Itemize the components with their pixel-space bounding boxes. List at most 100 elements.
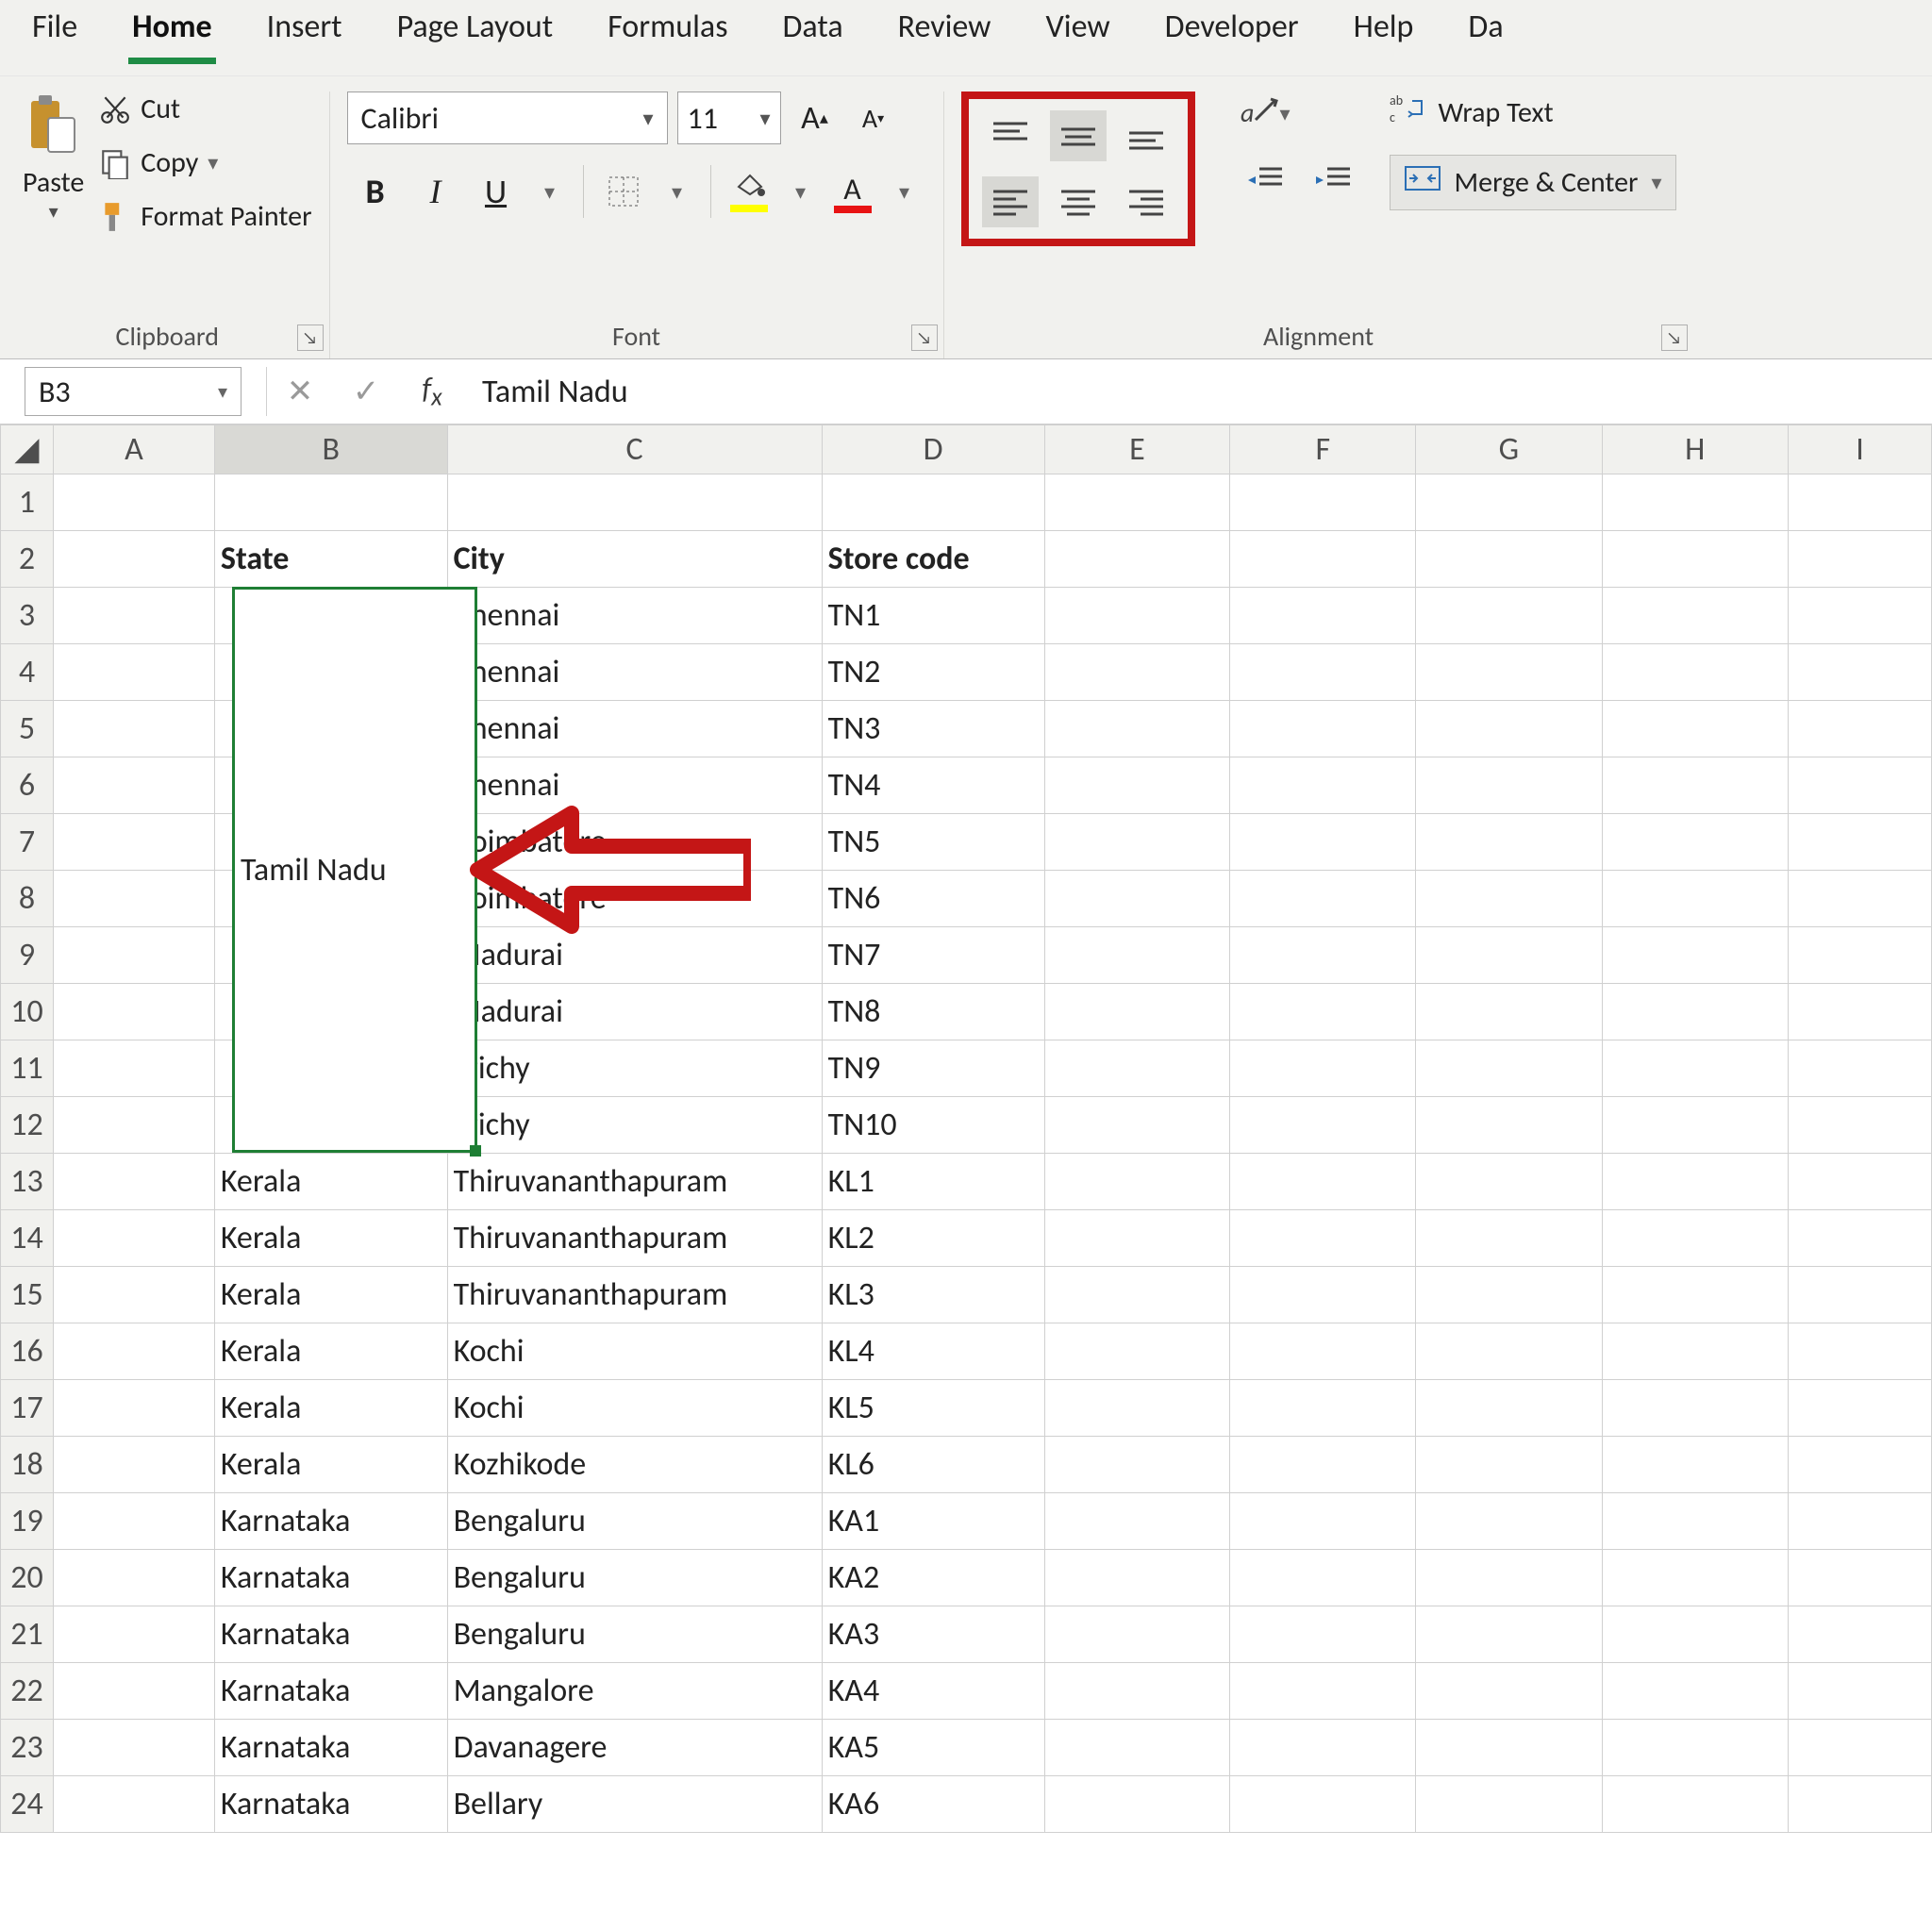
underline-button[interactable]: U	[468, 163, 525, 220]
cell[interactable]: Bellary	[447, 1776, 822, 1833]
cell[interactable]	[1788, 1040, 1931, 1097]
format-painter-button[interactable]: Format Painter	[99, 199, 311, 234]
cell[interactable]	[1788, 588, 1931, 644]
cell[interactable]: Karnataka	[214, 1776, 447, 1833]
copy-button[interactable]: Copy ▾	[99, 145, 311, 180]
bold-button[interactable]: B	[347, 163, 404, 220]
cell[interactable]	[54, 531, 215, 588]
cell[interactable]	[1602, 588, 1788, 644]
col-header-D[interactable]: D	[822, 425, 1044, 474]
cell[interactable]	[54, 1097, 215, 1154]
cell[interactable]: Kerala	[214, 1323, 447, 1380]
col-header-E[interactable]: E	[1044, 425, 1230, 474]
cell[interactable]	[1416, 1323, 1602, 1380]
cell[interactable]	[1416, 1437, 1602, 1493]
cell[interactable]	[1602, 701, 1788, 757]
cell[interactable]	[54, 1776, 215, 1833]
tab-page-layout[interactable]: Page Layout	[393, 6, 558, 64]
cell[interactable]	[1230, 984, 1416, 1040]
cell[interactable]	[1044, 1550, 1230, 1606]
borders-button[interactable]	[595, 163, 652, 220]
cell[interactable]	[54, 1210, 215, 1267]
col-header-G[interactable]: G	[1416, 425, 1602, 474]
row-header[interactable]: 23	[1, 1720, 54, 1776]
cell[interactable]	[54, 1720, 215, 1776]
cell[interactable]	[1416, 871, 1602, 927]
cell[interactable]	[1044, 531, 1230, 588]
tab-help[interactable]: Help	[1350, 6, 1418, 64]
cell[interactable]	[54, 474, 215, 531]
cell[interactable]	[1044, 1040, 1230, 1097]
cell[interactable]	[1602, 1323, 1788, 1380]
tab-home[interactable]: Home	[128, 6, 216, 64]
cell[interactable]	[54, 1154, 215, 1210]
cell[interactable]	[1602, 1437, 1788, 1493]
font-dialog-launcher[interactable]: ↘	[911, 325, 938, 351]
cell[interactable]	[1416, 1154, 1602, 1210]
cell[interactable]	[1230, 474, 1416, 531]
cell[interactable]	[1602, 644, 1788, 701]
cell[interactable]	[1230, 531, 1416, 588]
cell[interactable]: KL1	[822, 1154, 1044, 1210]
cell[interactable]	[54, 1040, 215, 1097]
cell[interactable]: Chennai	[447, 701, 822, 757]
cell[interactable]	[1044, 871, 1230, 927]
cell[interactable]	[1416, 1210, 1602, 1267]
cell[interactable]: KA1	[822, 1493, 1044, 1550]
cell[interactable]: TN4	[822, 757, 1044, 814]
cell[interactable]: Bengaluru	[447, 1550, 822, 1606]
cell[interactable]: Thiruvananthapuram	[447, 1210, 822, 1267]
cell[interactable]: Thiruvananthapuram	[447, 1267, 822, 1323]
cell[interactable]	[1416, 1776, 1602, 1833]
cell[interactable]: TN5	[822, 814, 1044, 871]
cell[interactable]: Karnataka	[214, 1606, 447, 1663]
cell[interactable]	[1416, 1606, 1602, 1663]
cell[interactable]	[1044, 1606, 1230, 1663]
align-center-button[interactable]	[1050, 176, 1107, 227]
cell[interactable]: KL2	[822, 1210, 1044, 1267]
tab-formulas[interactable]: Formulas	[604, 6, 731, 64]
cell[interactable]	[1416, 1720, 1602, 1776]
cell[interactable]	[1602, 1493, 1788, 1550]
cell[interactable]	[1416, 1267, 1602, 1323]
cell[interactable]	[1602, 984, 1788, 1040]
chevron-down-icon[interactable]: ▾	[49, 200, 58, 224]
cell[interactable]	[1602, 814, 1788, 871]
cell[interactable]: Karnataka	[214, 1720, 447, 1776]
cell[interactable]	[1788, 1210, 1931, 1267]
align-top-button[interactable]	[982, 110, 1039, 161]
cell[interactable]	[54, 1380, 215, 1437]
cell[interactable]	[1788, 927, 1931, 984]
tab-insert[interactable]: Insert	[263, 6, 346, 64]
orientation-button[interactable]: a ▾	[1237, 92, 1361, 135]
cell[interactable]	[54, 644, 215, 701]
cell[interactable]: TN3	[822, 701, 1044, 757]
cell[interactable]	[1230, 1040, 1416, 1097]
cell[interactable]	[1230, 1154, 1416, 1210]
cell[interactable]	[1602, 1097, 1788, 1154]
cell[interactable]: KL3	[822, 1267, 1044, 1323]
cell[interactable]	[1416, 1040, 1602, 1097]
cell[interactable]	[1602, 1663, 1788, 1720]
row-header[interactable]: 1	[1, 474, 54, 531]
cell[interactable]: Trichy	[447, 1040, 822, 1097]
cell[interactable]: KL4	[822, 1323, 1044, 1380]
col-header-C[interactable]: C	[447, 425, 822, 474]
cell[interactable]	[54, 588, 215, 644]
row-header[interactable]: 20	[1, 1550, 54, 1606]
cell[interactable]: Kerala	[214, 1154, 447, 1210]
chevron-down-icon[interactable]: ▾	[208, 150, 218, 175]
cell[interactable]	[1044, 1154, 1230, 1210]
cell[interactable]: Kerala	[214, 1210, 447, 1267]
cell[interactable]	[1602, 1550, 1788, 1606]
cell[interactable]	[1788, 1380, 1931, 1437]
cell[interactable]	[1230, 644, 1416, 701]
row-header[interactable]: 14	[1, 1210, 54, 1267]
cell[interactable]: Chennai	[447, 644, 822, 701]
cell[interactable]: KL6	[822, 1437, 1044, 1493]
cell[interactable]	[1230, 588, 1416, 644]
cell[interactable]: Trichy	[447, 1097, 822, 1154]
formula-input[interactable]: Tamil Nadu	[465, 367, 1932, 416]
formula-enter-button[interactable]: ✓	[333, 367, 399, 416]
align-left-button[interactable]	[982, 176, 1039, 227]
